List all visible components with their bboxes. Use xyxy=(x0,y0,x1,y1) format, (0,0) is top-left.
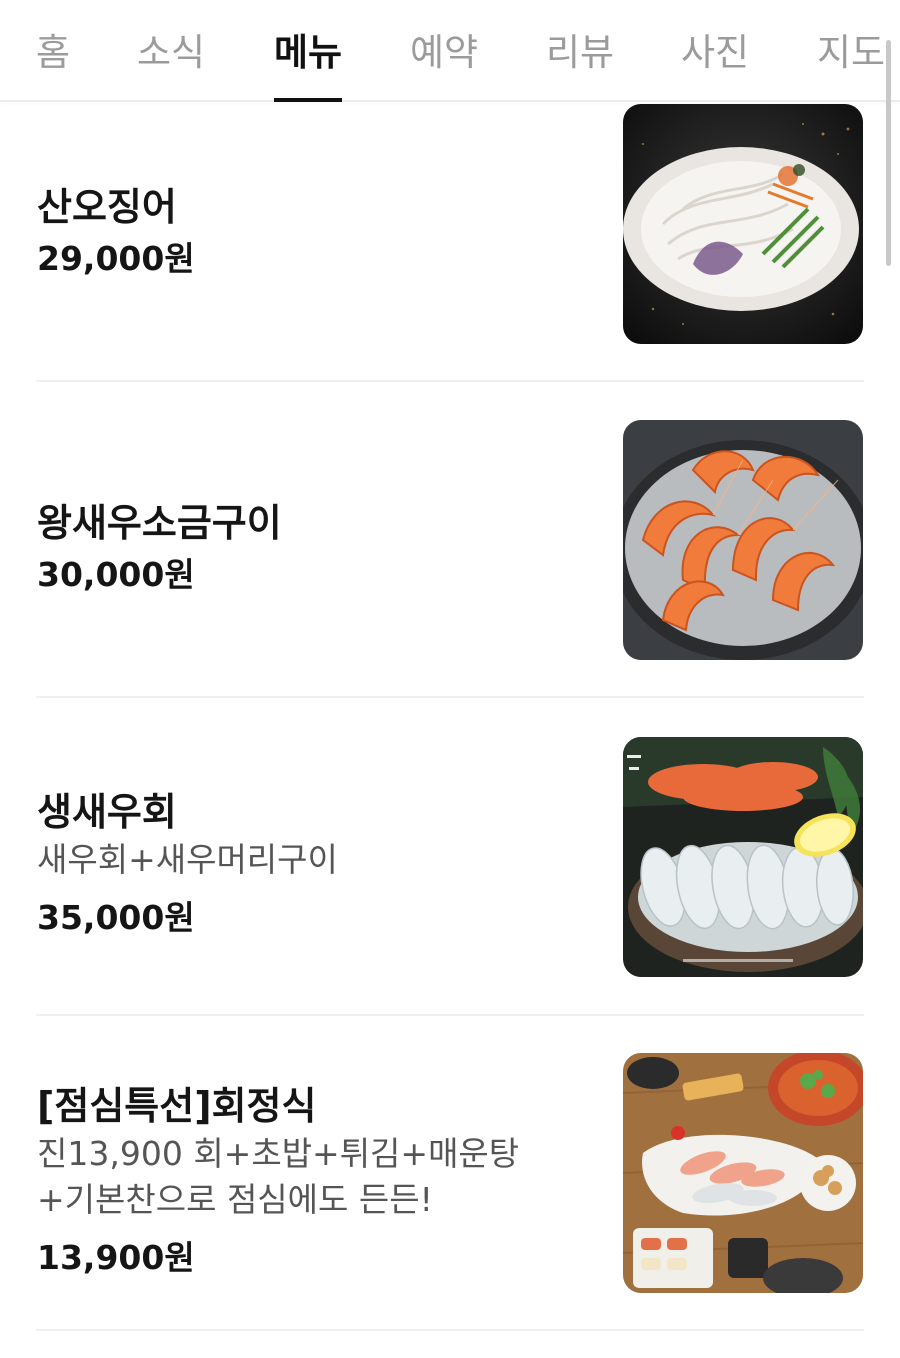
tab-home[interactable]: 홈 xyxy=(36,22,70,102)
menu-item-description: 새우회+새우머리구이 xyxy=(37,840,338,879)
raw-shrimp-sashimi-photo[interactable] xyxy=(623,737,863,977)
tab-reviews[interactable]: 리뷰 xyxy=(546,22,614,102)
divider xyxy=(36,1329,864,1331)
menu-item[interactable]: 생새우회 새우회+새우머리구이 35,000원 xyxy=(0,737,900,1015)
menu-item[interactable]: 산오징어 29,000원 xyxy=(0,104,900,380)
tab-news[interactable]: 소식 xyxy=(137,22,205,102)
menu-item-name: 왕새우소금구이 xyxy=(37,501,282,545)
menu-item-price: 13,900원 xyxy=(37,1238,195,1277)
tab-map[interactable]: 지도 xyxy=(817,22,885,102)
menu-item-price: 29,000원 xyxy=(37,239,195,278)
menu-item-price: 35,000원 xyxy=(37,898,195,937)
tab-bar: 홈 소식 메뉴 예약 리뷰 사진 지도 xyxy=(0,0,900,102)
divider xyxy=(36,1014,864,1016)
menu-item[interactable]: 왕새우소금구이 30,000원 xyxy=(0,420,900,696)
divider xyxy=(36,696,864,698)
menu-item[interactable]: [점심특선]회정식 진13,900 회+초밥+튀김+매운탕+기본찬으로 점심에도… xyxy=(0,1053,900,1329)
menu-item-name: 생새우회 xyxy=(37,790,177,834)
tab-reservation[interactable]: 예약 xyxy=(410,22,478,102)
menu-item-name: [점심특선]회정식 xyxy=(37,1084,317,1128)
menu-item-name: 산오징어 xyxy=(37,185,177,229)
tab-menu[interactable]: 메뉴 xyxy=(274,22,343,102)
squid-dish-photo[interactable] xyxy=(623,104,863,344)
divider xyxy=(36,380,864,382)
lunch-sashimi-set-photo[interactable] xyxy=(623,1053,863,1293)
menu-item-price: 30,000원 xyxy=(37,555,195,594)
salt-grilled-shrimp-photo[interactable] xyxy=(623,420,863,660)
menu-item-description: 진13,900 회+초밥+튀김+매운탕+기본찬으로 점심에도 든든! xyxy=(37,1134,520,1219)
tab-photos[interactable]: 사진 xyxy=(681,22,749,102)
